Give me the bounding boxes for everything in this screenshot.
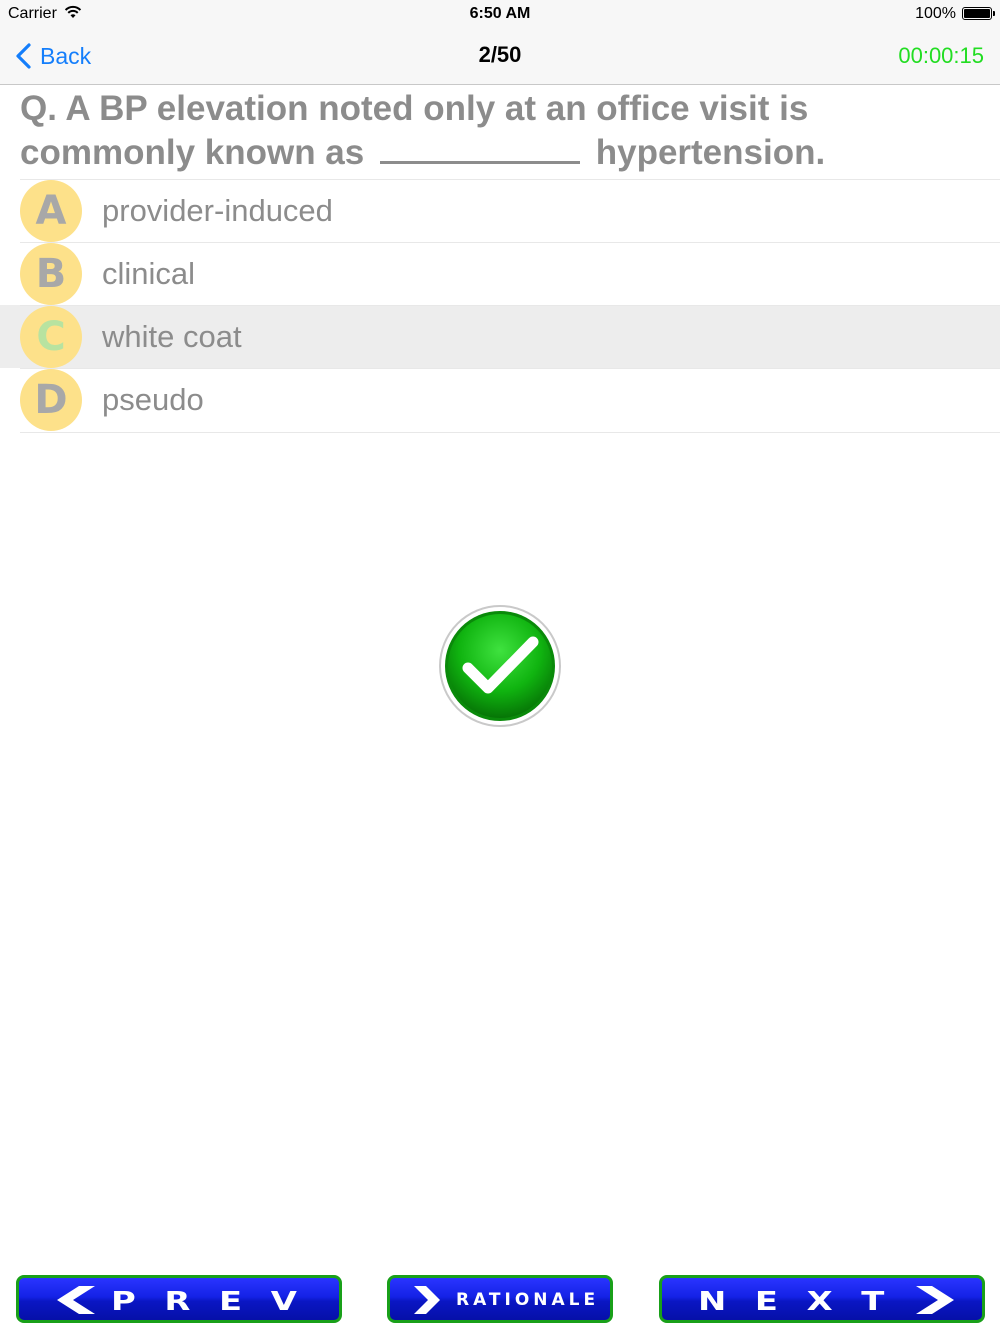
next-label: NEXT	[698, 1287, 913, 1317]
option-b[interactable]: B clinical	[0, 242, 1000, 305]
next-button[interactable]: NEXT	[659, 1275, 985, 1323]
rationale-button[interactable]: RATIONALE	[387, 1275, 613, 1323]
clock-label: 6:50 AM	[469, 5, 531, 22]
question-counter: 2/50	[478, 42, 522, 67]
answer-options: A provider-induced B clinical C white co…	[0, 179, 1000, 431]
option-text: pseudo	[102, 382, 204, 417]
prev-button[interactable]: PREV	[16, 1275, 342, 1323]
quiz-timer: 00:00:15	[898, 43, 984, 68]
option-a[interactable]: A provider-induced	[0, 179, 1000, 242]
option-letter-badge: D	[20, 369, 82, 431]
option-text: clinical	[102, 256, 196, 291]
option-letter-badge: C	[20, 306, 82, 368]
option-text: provider-induced	[102, 193, 333, 228]
nav-bar: Back 2/50 00:00:15	[0, 28, 1000, 85]
divider	[20, 432, 1000, 433]
option-letter-badge: A	[20, 180, 82, 242]
question-suffix: hypertension.	[595, 133, 826, 172]
chevron-right-icon	[414, 1286, 440, 1314]
check-circle-icon	[439, 605, 561, 727]
option-d[interactable]: D pseudo	[0, 368, 1000, 431]
fill-in-blank	[379, 131, 580, 164]
battery-icon	[962, 7, 995, 20]
option-letter-badge: B	[20, 243, 82, 305]
rationale-label: RATIONALE	[456, 1290, 600, 1310]
chevron-right-icon	[916, 1286, 954, 1314]
chevron-left-icon	[57, 1286, 95, 1314]
prev-label: PREV	[111, 1287, 326, 1317]
option-c[interactable]: C white coat	[0, 305, 1000, 368]
battery-percent: 100%	[915, 5, 956, 22]
status-bar: Carrier 6:50 AM 100%	[0, 0, 1000, 28]
option-text: white coat	[102, 319, 242, 354]
question-text: Q. A BP elevation noted only at an offic…	[20, 87, 980, 175]
